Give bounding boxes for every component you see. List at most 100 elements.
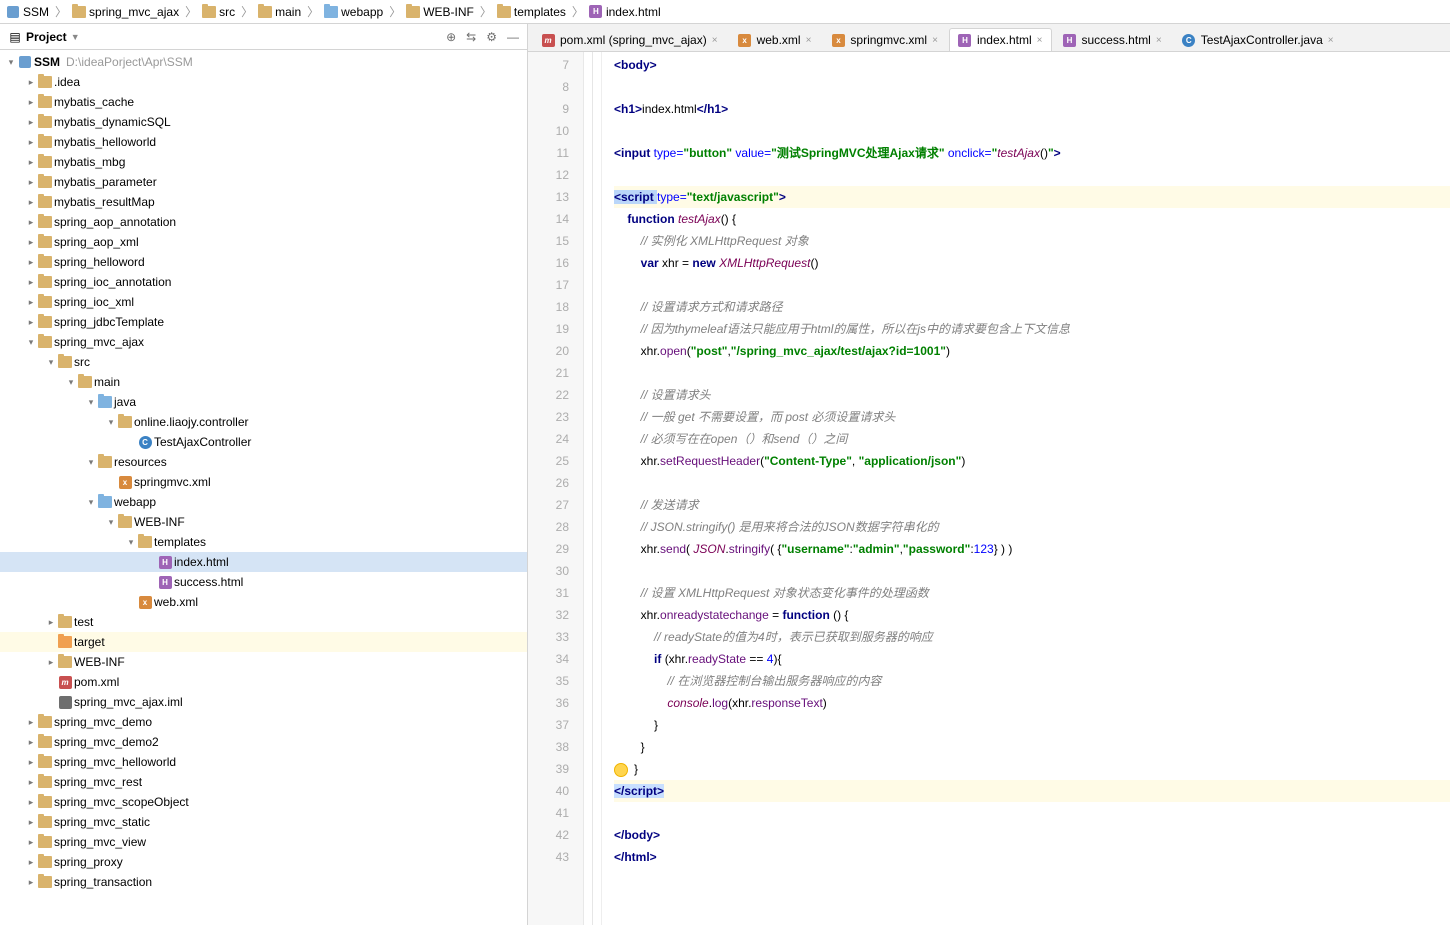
expand-arrow[interactable]: ▾ [44, 357, 58, 368]
tree-node[interactable]: ▸WEB-INF [0, 652, 527, 672]
tree-node[interactable]: ▸mybatis_parameter [0, 172, 527, 192]
expand-arrow[interactable]: ▸ [24, 97, 38, 108]
line-number[interactable]: 15 [528, 230, 583, 252]
line-number[interactable]: 30 [528, 560, 583, 582]
expand-arrow[interactable]: ▸ [24, 837, 38, 848]
tree-node[interactable]: ▸spring_mvc_demo [0, 712, 527, 732]
close-icon[interactable]: × [806, 35, 812, 46]
code-line[interactable]: // 在浏览器控制台输出服务器响应的内容 [614, 670, 1450, 692]
tree-node[interactable]: ▸spring_mvc_rest [0, 772, 527, 792]
expand-arrow[interactable]: ▸ [24, 777, 38, 788]
code-line[interactable]: // 必须写在在open（）和send（）之间 [614, 428, 1450, 450]
expand-arrow[interactable]: ▸ [24, 197, 38, 208]
settings-icon[interactable]: ⚙ [486, 30, 497, 44]
breadcrumb-item[interactable]: 〉spring_mvc_ajax [51, 3, 181, 20]
tree-node[interactable]: ▾spring_mvc_ajax [0, 332, 527, 352]
tree-node[interactable]: ▸spring_proxy [0, 852, 527, 872]
collapse-icon[interactable]: ⇆ [466, 30, 476, 44]
expand-arrow[interactable]: ▸ [24, 157, 38, 168]
expand-arrow[interactable]: ▸ [24, 737, 38, 748]
expand-arrow[interactable]: ▸ [24, 757, 38, 768]
line-number[interactable]: 24 [528, 428, 583, 450]
line-number[interactable]: 17 [528, 274, 583, 296]
code-editor[interactable]: <body> <h1>index.html</h1> <input type="… [602, 52, 1450, 925]
tree-node[interactable]: Hsuccess.html [0, 572, 527, 592]
expand-arrow[interactable]: ▸ [24, 857, 38, 868]
line-number[interactable]: 43 [528, 846, 583, 868]
code-line[interactable]: console.log(xhr.responseText) [614, 692, 1450, 714]
line-number[interactable]: 20 [528, 340, 583, 362]
code-line[interactable]: </html> [614, 846, 1450, 868]
tree-node[interactable]: ▸mybatis_cache [0, 92, 527, 112]
editor-tab[interactable]: Hsuccess.html× [1054, 28, 1171, 51]
project-tree[interactable]: ▾ SSM D:\ideaPorject\Apr\SSM ▸.idea▸myba… [0, 50, 527, 925]
code-line[interactable]: } [614, 736, 1450, 758]
code-line[interactable]: // 设置请求头 [614, 384, 1450, 406]
code-line[interactable]: // 一般 get 不需要设置，而 post 必须设置请求头 [614, 406, 1450, 428]
line-number[interactable]: 11 [528, 142, 583, 164]
line-number[interactable]: 39 [528, 758, 583, 780]
code-line[interactable]: </script> [614, 780, 1450, 802]
code-line[interactable]: xhr.send( JSON.stringify( {"username":"a… [614, 538, 1450, 560]
expand-arrow[interactable]: ▸ [24, 217, 38, 228]
expand-arrow[interactable]: ▾ [24, 337, 38, 348]
expand-arrow[interactable]: ▾ [124, 537, 138, 548]
code-line[interactable] [614, 472, 1450, 494]
tree-node[interactable]: ▾templates [0, 532, 527, 552]
expand-arrow[interactable]: ▾ [84, 457, 98, 468]
tree-node[interactable]: ▸mybatis_dynamicSQL [0, 112, 527, 132]
code-line[interactable]: <script type="text/javascript"> [614, 186, 1450, 208]
breadcrumb-item[interactable]: SSM [4, 5, 51, 19]
code-line[interactable]: } [614, 714, 1450, 736]
line-number[interactable]: 35 [528, 670, 583, 692]
tree-node[interactable]: ▾resources [0, 452, 527, 472]
tree-node[interactable]: ▸.idea [0, 72, 527, 92]
line-number[interactable]: 16 [528, 252, 583, 274]
line-number[interactable]: 7 [528, 54, 583, 76]
tree-node[interactable]: ▾src [0, 352, 527, 372]
tree-node[interactable]: ▾main [0, 372, 527, 392]
line-number[interactable]: 8 [528, 76, 583, 98]
line-number[interactable]: 34 [528, 648, 583, 670]
line-number[interactable]: 28 [528, 516, 583, 538]
line-number[interactable]: 23 [528, 406, 583, 428]
expand-arrow[interactable]: ▾ [84, 397, 98, 408]
expand-arrow[interactable]: ▸ [24, 277, 38, 288]
code-line[interactable]: // 实例化 XMLHttpRequest 对象 [614, 230, 1450, 252]
expand-arrow[interactable]: ▸ [24, 717, 38, 728]
breadcrumb-item[interactable]: 〉webapp [303, 3, 385, 20]
tree-node[interactable]: ▸spring_jdbcTemplate [0, 312, 527, 332]
code-line[interactable]: xhr.onreadystatechange = function () { [614, 604, 1450, 626]
tree-node[interactable]: mpom.xml [0, 672, 527, 692]
expand-arrow[interactable]: ▸ [24, 817, 38, 828]
expand-arrow[interactable]: ▸ [44, 617, 58, 628]
project-dropdown[interactable]: ▤ Project ▼ [8, 30, 80, 44]
line-number[interactable]: 27 [528, 494, 583, 516]
tree-node[interactable]: ▸spring_transaction [0, 872, 527, 892]
tree-node[interactable]: ▸spring_ioc_annotation [0, 272, 527, 292]
line-number[interactable]: 12 [528, 164, 583, 186]
expand-arrow[interactable]: ▾ [104, 517, 118, 528]
code-line[interactable]: </body> [614, 824, 1450, 846]
code-line[interactable] [614, 560, 1450, 582]
tree-node[interactable]: ▸spring_ioc_xml [0, 292, 527, 312]
tree-node[interactable]: ▾WEB-INF [0, 512, 527, 532]
expand-arrow[interactable]: ▸ [24, 177, 38, 188]
breadcrumb-item[interactable]: 〉main [237, 3, 303, 20]
fold-column[interactable] [584, 52, 602, 925]
line-number[interactable]: 38 [528, 736, 583, 758]
tree-node[interactable]: ▸mybatis_resultMap [0, 192, 527, 212]
editor-tab[interactable]: xspringmvc.xml× [822, 28, 947, 51]
expand-arrow[interactable]: ▸ [24, 297, 38, 308]
line-number[interactable]: 26 [528, 472, 583, 494]
editor-tab[interactable]: Hindex.html× [949, 28, 1052, 51]
tree-node[interactable]: xweb.xml [0, 592, 527, 612]
code-line[interactable]: <body> [614, 54, 1450, 76]
tree-node[interactable]: CTestAjaxController [0, 432, 527, 452]
line-number[interactable]: 32 [528, 604, 583, 626]
code-line[interactable] [614, 274, 1450, 296]
code-line[interactable]: function testAjax() { [614, 208, 1450, 230]
line-number[interactable]: 40 [528, 780, 583, 802]
expand-arrow[interactable]: ▾ [104, 417, 118, 428]
tree-node[interactable]: ▸spring_aop_xml [0, 232, 527, 252]
